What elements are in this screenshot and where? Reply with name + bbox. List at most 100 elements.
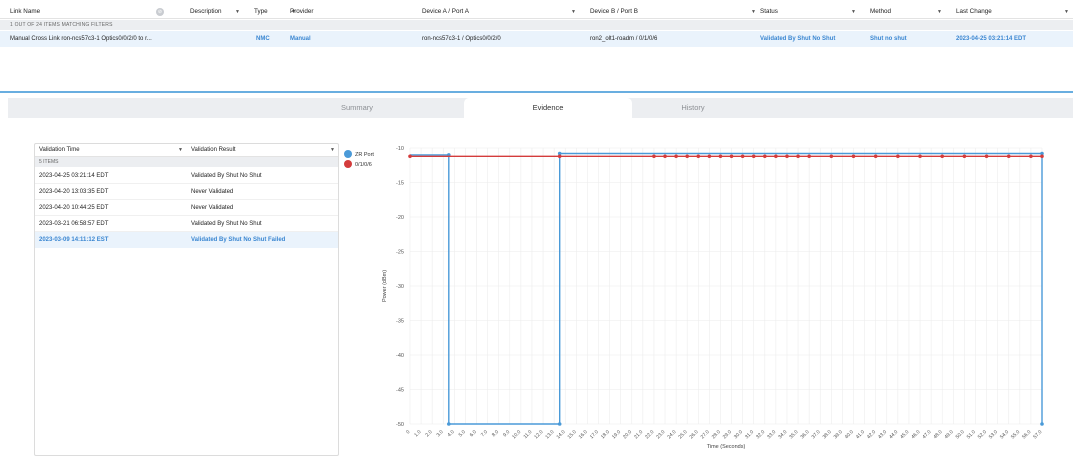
data-point xyxy=(685,154,689,159)
data-point xyxy=(447,422,451,426)
cell-provider: Manual xyxy=(290,36,311,42)
x-tick-label: 52.0 xyxy=(977,429,988,440)
x-tick-label: 41.0 xyxy=(855,429,866,440)
column-validation-time[interactable]: Validation Time ▼ xyxy=(35,144,187,157)
data-point xyxy=(557,154,562,159)
x-tick-label: 31.0 xyxy=(744,429,755,440)
column-label: Validation Result xyxy=(191,147,236,153)
cell-validation-result: Validated By Shut No Shut xyxy=(191,221,262,227)
chevron-down-icon[interactable]: ▼ xyxy=(571,5,576,19)
legend-marker xyxy=(344,160,352,168)
y-tick-label: -50 xyxy=(396,422,404,428)
cell-description xyxy=(180,31,190,47)
y-tick-label: -45 xyxy=(396,388,404,394)
data-point xyxy=(696,154,701,159)
data-point xyxy=(873,154,878,159)
cell-validation-result: Never Validated xyxy=(191,205,234,211)
x-tick-label: 20.0 xyxy=(622,429,633,440)
cell-status: Validated By Shut No Shut xyxy=(760,36,836,42)
column-last-change[interactable]: Last Change ▼ xyxy=(946,5,1073,19)
table-row[interactable]: 2023-03-21 06:58:57 EDT Validated By Shu… xyxy=(35,216,338,232)
legend-label: 0/1/0/6 xyxy=(355,162,372,168)
x-tick-label: 25.0 xyxy=(677,429,688,440)
column-device-a[interactable]: Device A / Port A ▼ xyxy=(412,5,580,19)
y-tick-label: -15 xyxy=(396,181,404,187)
column-label: Link Name xyxy=(10,8,41,15)
cell-link-name: Manual Cross Link ron-ncs57c3-1 Optics0/… xyxy=(10,36,152,42)
column-label: Last Change xyxy=(956,8,992,15)
data-point xyxy=(896,154,900,159)
data-point xyxy=(774,154,778,159)
x-tick-label: 56.0 xyxy=(1021,429,1032,440)
y-tick-label: -35 xyxy=(396,319,404,325)
panel-divider[interactable] xyxy=(0,91,1073,93)
column-label: Device A / Port A xyxy=(422,8,469,15)
x-tick-label: 12.0 xyxy=(533,429,544,440)
tab-summary[interactable]: Summary xyxy=(272,98,442,118)
chevron-down-icon[interactable]: ▼ xyxy=(235,5,240,19)
table-row[interactable]: Manual Cross Link ron-ncs57c3-1 Optics0/… xyxy=(0,31,1073,47)
x-tick-label: 51.0 xyxy=(966,429,977,440)
chevron-down-icon[interactable]: ▼ xyxy=(937,5,942,19)
chevron-down-icon[interactable]: ▼ xyxy=(1064,5,1069,19)
match-count: 1 OUT OF 24 ITEMS MATCHING FILTERS xyxy=(0,20,1073,30)
x-tick-label: 44.0 xyxy=(888,429,899,440)
tab-evidence[interactable]: Evidence xyxy=(464,98,632,118)
x-tick-label: 27.0 xyxy=(700,429,711,440)
cell-method: Shut no shut xyxy=(870,36,907,42)
column-provider[interactable]: Provider xyxy=(280,5,420,19)
chevron-down-icon[interactable]: ▼ xyxy=(330,144,335,157)
cell-validation-result: Never Validated xyxy=(191,189,234,195)
links-grid: Link Name ⊘ Description ▼ Type ▼ Provide… xyxy=(0,0,1073,92)
tab-bar: Summary Evidence History xyxy=(8,98,1073,118)
cell-validation-time: 2023-04-20 10:44:25 EDT xyxy=(39,205,109,211)
x-tick-label: 24.0 xyxy=(666,429,677,440)
filter-icon[interactable]: ⊘ xyxy=(156,8,164,16)
data-point xyxy=(751,154,756,159)
column-description[interactable]: Description ▼ xyxy=(180,5,244,19)
cell-type: NMC xyxy=(256,36,270,42)
validation-table-header: Validation Time ▼ Validation Result ▼ xyxy=(35,144,338,157)
tab-history[interactable]: History xyxy=(608,98,778,118)
cell-validation-time: 2023-03-21 06:58:57 EDT xyxy=(39,221,109,227)
data-point xyxy=(851,154,856,159)
column-method[interactable]: Method ▼ xyxy=(860,5,946,19)
data-point xyxy=(796,154,800,159)
y-axis-label: Power (dBm) xyxy=(382,270,388,302)
y-tick-label: -30 xyxy=(396,284,404,290)
cell-validation-time: 2023-03-09 14:11:12 EST xyxy=(39,237,109,243)
y-tick-label: -40 xyxy=(396,353,404,359)
column-label: Type xyxy=(254,8,268,15)
data-point xyxy=(807,154,811,159)
chevron-down-icon[interactable]: ▼ xyxy=(178,144,183,157)
x-tick-label: 29.0 xyxy=(722,429,733,440)
column-validation-result[interactable]: Validation Result ▼ xyxy=(187,144,339,157)
table-row[interactable]: 2023-04-20 13:03:35 EDT Never Validated xyxy=(35,184,338,200)
data-point xyxy=(1029,154,1033,159)
cell-device-a: ron-ncs57c3-1 / Optics0/0/2/0 xyxy=(422,36,501,42)
column-device-b[interactable]: Device B / Port B ▼ xyxy=(580,5,760,19)
column-status[interactable]: Status ▼ xyxy=(750,5,860,19)
x-tick-label: 23.0 xyxy=(655,429,666,440)
x-tick-label: 46.0 xyxy=(910,429,921,440)
x-tick-label: 22.0 xyxy=(644,429,655,440)
x-tick-label: 6.0 xyxy=(469,429,478,438)
x-tick-label: 13.0 xyxy=(544,429,555,440)
x-tick-label: 42.0 xyxy=(866,429,877,440)
x-tick-label: 5.0 xyxy=(458,429,467,438)
table-row-selected[interactable]: 2023-03-09 14:11:12 EST Validated By Shu… xyxy=(35,232,338,248)
x-tick-label: 15.0 xyxy=(567,429,578,440)
table-row[interactable]: 2023-04-20 10:44:25 EDT Never Validated xyxy=(35,200,338,216)
validation-count: 5 ITEMS xyxy=(35,157,338,167)
x-tick-label: 32.0 xyxy=(755,429,766,440)
chevron-down-icon[interactable]: ▼ xyxy=(851,5,856,19)
cell-last-change: 2023-04-25 03:21:14 EDT xyxy=(956,36,1027,42)
data-point xyxy=(718,154,723,159)
x-tick-label: 7.0 xyxy=(480,429,489,438)
table-row[interactable]: 2023-04-25 03:21:14 EDT Validated By Shu… xyxy=(35,168,338,184)
data-point xyxy=(785,154,789,159)
cell-validation-result: Validated By Shut No Shut xyxy=(191,173,262,179)
x-tick-label: 47.0 xyxy=(921,429,932,440)
x-tick-label: 30.0 xyxy=(733,429,744,440)
column-link-name[interactable]: Link Name ⊘ xyxy=(0,5,180,19)
